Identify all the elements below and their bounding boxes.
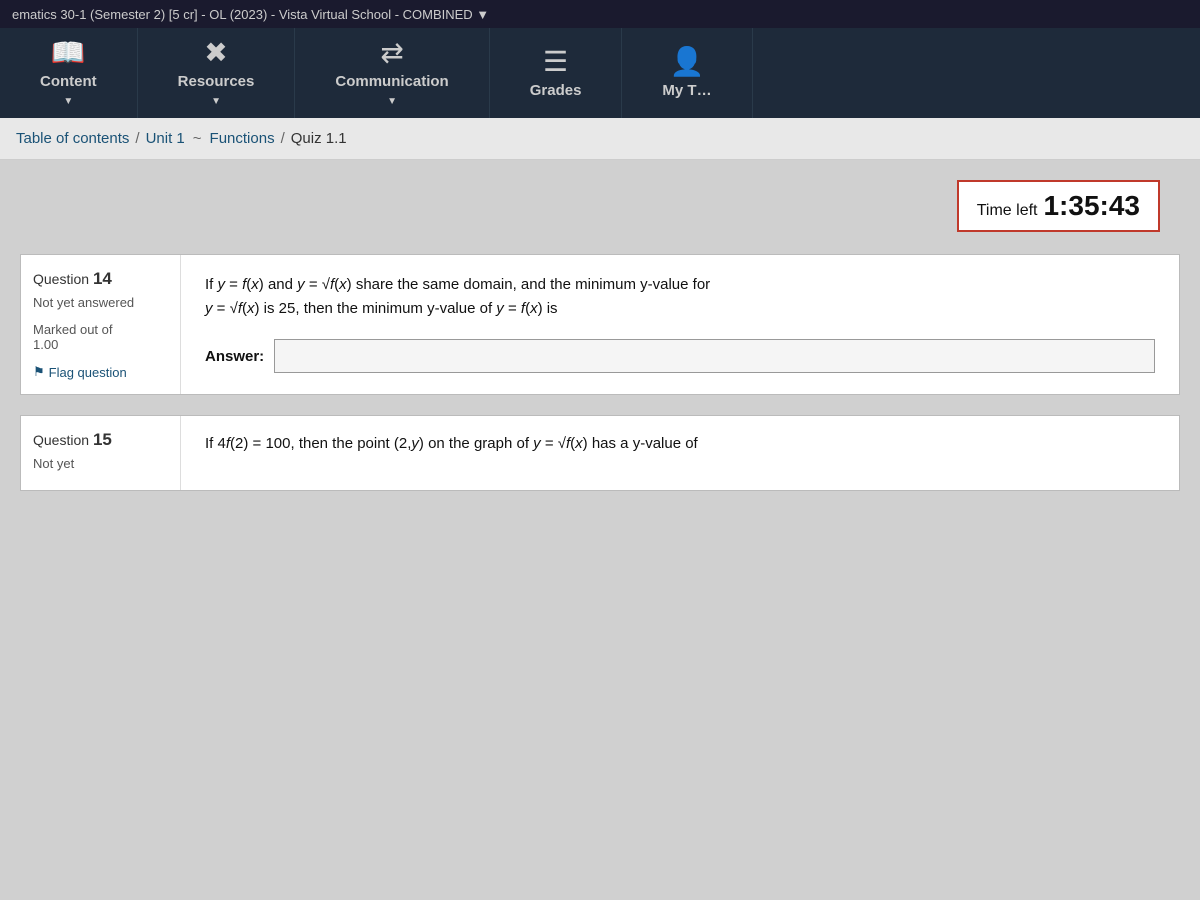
breadcrumb-current: Quiz 1.1: [291, 130, 347, 147]
flag-icon: ⚑: [33, 364, 45, 380]
communication-arrow: ▼: [387, 96, 397, 107]
breadcrumb-tilde: ~: [193, 130, 202, 147]
nav-label-content: Content: [40, 73, 97, 90]
nav-label-grades: Grades: [530, 82, 582, 99]
resources-icon: ✖: [204, 39, 227, 67]
timer-value: 1:35:43: [1043, 190, 1140, 221]
question-14-answer-row: Answer:: [205, 339, 1155, 373]
nav-label-my-tools: My T…: [662, 82, 711, 99]
question-15-status: Not yet: [33, 456, 168, 471]
question-14-status: Not yet answered: [33, 295, 168, 310]
question-15-sidebar: Question 15 Not yet: [21, 416, 181, 490]
question-14-marked: Marked out of 1.00: [33, 322, 168, 352]
communication-icon: ⇄: [380, 39, 403, 67]
breadcrumb-functions[interactable]: Functions: [210, 130, 275, 147]
question-15-number: Question 15: [33, 430, 168, 450]
resources-arrow: ▼: [211, 96, 221, 107]
nav-label-communication: Communication: [335, 73, 448, 90]
nav-item-grades[interactable]: ☰ Grades: [490, 28, 623, 118]
top-bar: ematics 30-1 (Semester 2) [5 cr] - OL (2…: [0, 0, 1200, 28]
timer-box: Time left 1:35:43: [957, 180, 1160, 232]
breadcrumb-sep2: /: [281, 130, 285, 147]
question-15-block: Question 15 Not yet If 4f(2) = 100, then…: [20, 415, 1180, 491]
nav-item-resources[interactable]: ✖ Resources ▼: [138, 28, 296, 118]
nav-bar: 📖 Content ▼ ✖ Resources ▼ ⇄ Communicatio…: [0, 28, 1200, 118]
content-icon: 📖: [51, 39, 86, 67]
breadcrumb-sep1: /: [135, 130, 139, 147]
question-15-body: If 4f(2) = 100, then the point (2,y) on …: [181, 416, 1179, 490]
breadcrumb-toc[interactable]: Table of contents: [16, 130, 129, 147]
nav-item-communication[interactable]: ⇄ Communication ▼: [295, 28, 489, 118]
answer-label: Answer:: [205, 348, 264, 365]
timer-label: Time left: [977, 202, 1038, 219]
question-14-text: If y = f(x) and y = √f(x) share the same…: [205, 273, 1155, 321]
nav-item-my-tools[interactable]: 👤 My T…: [622, 28, 752, 118]
page-title: ematics 30-1 (Semester 2) [5 cr] - OL (2…: [12, 7, 489, 22]
my-tools-icon: 👤: [670, 48, 705, 76]
flag-question-14-button[interactable]: ⚑ Flag question: [33, 364, 168, 380]
main-content: Time left 1:35:43 Question 14 Not yet ans…: [0, 160, 1200, 511]
question-14-number: Question 14: [33, 269, 168, 289]
breadcrumb-unit[interactable]: Unit 1: [146, 130, 185, 147]
question-14-block: Question 14 Not yet answered Marked out …: [20, 254, 1180, 395]
answer-input-14[interactable]: [274, 339, 1155, 373]
question-15-text: If 4f(2) = 100, then the point (2,y) on …: [205, 432, 1155, 456]
nav-label-resources: Resources: [178, 73, 255, 90]
timer-container: Time left 1:35:43: [20, 180, 1180, 242]
grades-icon: ☰: [543, 48, 568, 76]
breadcrumb: Table of contents / Unit 1 ~ Functions /…: [0, 118, 1200, 160]
content-arrow: ▼: [63, 96, 73, 107]
nav-item-content[interactable]: 📖 Content ▼: [0, 28, 138, 118]
question-14-sidebar: Question 14 Not yet answered Marked out …: [21, 255, 181, 394]
question-14-body: If y = f(x) and y = √f(x) share the same…: [181, 255, 1179, 394]
